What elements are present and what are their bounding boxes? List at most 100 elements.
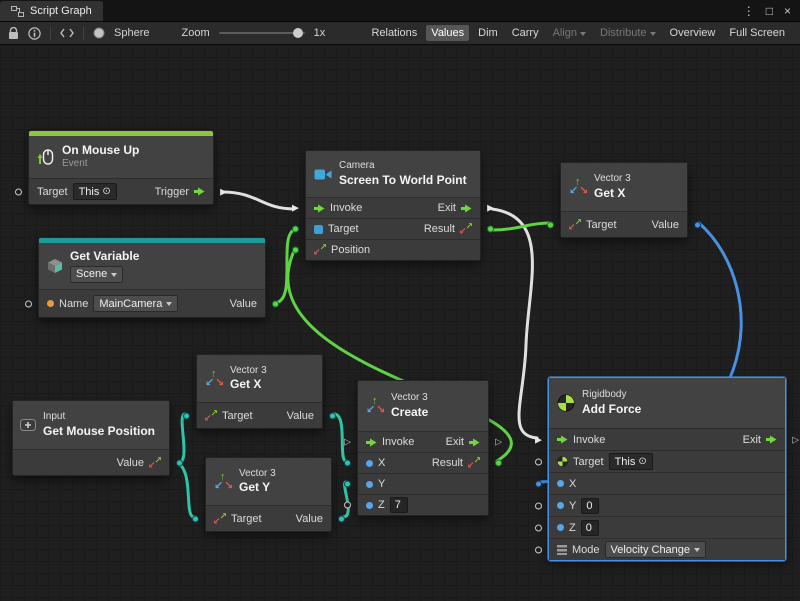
port-label-value: Value: [296, 513, 323, 525]
target-input-port[interactable]: [547, 221, 554, 228]
result-output-port[interactable]: [487, 226, 494, 233]
target-input-port[interactable]: [292, 226, 299, 233]
node-header: On Mouse Up Event: [29, 136, 213, 178]
tab-script-graph[interactable]: Script Graph: [0, 1, 103, 21]
node-vector3-create[interactable]: ↑↙↘ Vector 3 Create ▷ Invoke Exit ▷ X Re…: [357, 380, 489, 516]
node-category: Vector 3: [239, 468, 276, 481]
trigger-output-port[interactable]: ▶: [220, 187, 227, 196]
port-row-target: Target This ⊙: [549, 450, 785, 472]
y-input-port[interactable]: [344, 481, 351, 488]
distribute-button[interactable]: Distribute: [595, 25, 660, 41]
port-label-z: Z: [378, 499, 385, 511]
target-input-port[interactable]: [183, 412, 190, 419]
exit-output-port[interactable]: ▶: [487, 204, 494, 213]
zoom-value: 1x: [314, 27, 326, 39]
maximize-icon[interactable]: □: [766, 5, 773, 17]
sphere-object-icon: [93, 27, 105, 39]
node-header: ↑↙↘ Vector 3 Get X: [197, 355, 322, 402]
vector3-icon: ↑↙↘: [214, 473, 232, 491]
node-vector3-get-y[interactable]: ↑↙↘ Vector 3 Get Y ↗↙ Target Value: [205, 457, 332, 532]
node-add-force[interactable]: Rigidbody Add Force ▶ Invoke Exit ▷ Targ…: [548, 377, 786, 561]
name-input-port[interactable]: [25, 300, 32, 307]
flow-arrow-icon: [469, 438, 480, 447]
more-menu-icon[interactable]: ⋮: [743, 5, 755, 17]
port-row: ↗↙ Target Value: [197, 402, 322, 428]
full-screen-button[interactable]: Full Screen: [724, 25, 790, 41]
node-get-mouse-position[interactable]: Input Get Mouse Position Value ↗↙: [12, 400, 170, 476]
relations-button[interactable]: Relations: [366, 25, 422, 41]
invoke-input-port[interactable]: ▶: [535, 435, 542, 444]
x-input-port[interactable]: [344, 460, 351, 467]
flow-arrow-icon: [314, 204, 325, 213]
mouse-icon: [37, 148, 55, 166]
node-on-mouse-up[interactable]: On Mouse Up Event Target This ⊙ Trigger …: [28, 130, 214, 205]
button-label: Dim: [478, 27, 498, 39]
target-object-label: Sphere: [114, 27, 149, 39]
y-input-port[interactable]: [535, 502, 542, 509]
exit-output-port[interactable]: ▷: [792, 435, 799, 444]
z-input-port[interactable]: [535, 524, 542, 531]
values-button[interactable]: Values: [426, 25, 469, 41]
lock-icon[interactable]: [8, 27, 19, 40]
dim-button[interactable]: Dim: [473, 25, 503, 41]
node-title: Get X: [230, 377, 267, 392]
port-row-z: Z 7: [358, 494, 488, 515]
invoke-input-port[interactable]: ▷: [344, 438, 351, 447]
dropdown-value: Scene: [76, 268, 107, 282]
z-input-port[interactable]: [344, 502, 351, 509]
value-output-port[interactable]: [272, 300, 279, 307]
result-output-port[interactable]: [495, 460, 502, 467]
y-value-field[interactable]: 0: [581, 498, 599, 514]
node-screen-to-world-point[interactable]: Camera Screen To World Point ▶ Invoke Ex…: [305, 150, 481, 261]
port-label-y: Y: [378, 478, 385, 490]
target-this-chip[interactable]: This ⊙: [73, 183, 117, 200]
invoke-input-port[interactable]: ▶: [292, 204, 299, 213]
node-category: Rigidbody: [582, 389, 641, 402]
button-label: Overview: [670, 27, 716, 39]
target-input-port[interactable]: [535, 458, 542, 465]
zoom-slider-handle[interactable]: [293, 28, 303, 38]
port-label-mode: Mode: [572, 544, 600, 556]
graph-canvas[interactable]: On Mouse Up Event Target This ⊙ Trigger …: [0, 45, 800, 601]
port-row-z: Z 0: [549, 516, 785, 538]
value-output-port[interactable]: [338, 515, 345, 522]
target-input-port[interactable]: [192, 515, 199, 522]
z-value-field[interactable]: 0: [581, 520, 599, 536]
variable-scope-dropdown[interactable]: Scene: [70, 266, 123, 283]
target-this-chip[interactable]: This ⊙: [609, 453, 653, 470]
close-icon[interactable]: ×: [784, 5, 791, 17]
port-row: ↗↙ Target Value: [561, 211, 687, 237]
value-output-port[interactable]: [694, 221, 701, 228]
z-value-field[interactable]: 7: [390, 497, 408, 513]
node-title: Get Variable: [70, 249, 139, 264]
position-input-port[interactable]: [292, 247, 299, 254]
window-titlebar: Script Graph ⋮ □ ×: [0, 0, 800, 21]
port-label-name: Name: [59, 298, 88, 310]
script-graph-icon: [11, 6, 24, 17]
vector3-port-icon: ↗↙: [468, 457, 480, 469]
exit-output-port[interactable]: ▷: [495, 438, 502, 447]
carry-button[interactable]: Carry: [507, 25, 544, 41]
overview-button[interactable]: Overview: [665, 25, 721, 41]
value-output-port[interactable]: [176, 459, 183, 466]
node-header: Get Variable Scene: [39, 243, 265, 289]
port-label-target: Target: [222, 410, 253, 422]
align-button[interactable]: Align: [548, 25, 591, 41]
vector3-port-icon: ↗↙: [205, 410, 217, 422]
node-get-variable[interactable]: Get Variable Scene Name MainCamera Value: [38, 237, 266, 318]
port-row-target: Target Result ↗↙: [306, 218, 480, 239]
port-label-invoke: Invoke: [573, 434, 605, 446]
chevron-down-icon: [580, 32, 586, 39]
zoom-slider[interactable]: [219, 32, 305, 34]
value-output-port[interactable]: [329, 412, 336, 419]
code-view-icon[interactable]: [60, 28, 74, 38]
event-input-port[interactable]: [15, 188, 22, 195]
object-picker-icon: ⊙: [638, 456, 646, 467]
x-input-port[interactable]: [535, 480, 542, 487]
force-mode-dropdown[interactable]: Velocity Change: [605, 541, 707, 558]
variable-name-dropdown[interactable]: MainCamera: [93, 295, 178, 312]
node-vector3-get-x-top[interactable]: ↑↙↘ Vector 3 Get X ↗↙ Target Value: [560, 162, 688, 238]
mode-input-port[interactable]: [535, 546, 542, 553]
node-vector3-get-x-mid[interactable]: ↑↙↘ Vector 3 Get X ↗↙ Target Value: [196, 354, 323, 429]
info-icon[interactable]: [28, 27, 41, 40]
